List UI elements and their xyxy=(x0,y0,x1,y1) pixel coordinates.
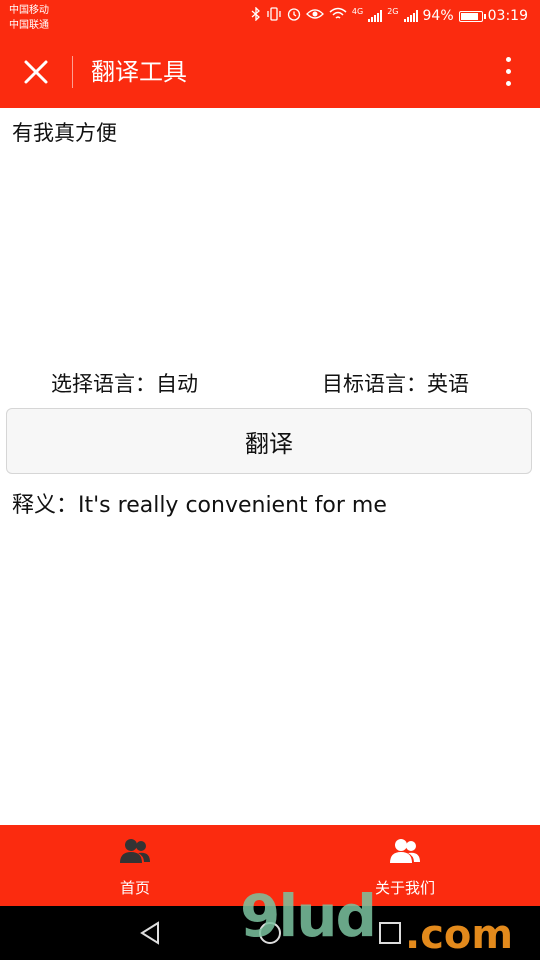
recent-apps-icon[interactable] xyxy=(377,920,403,946)
status-icons: 4G 2G 94% 03:19 xyxy=(251,6,528,25)
eye-icon xyxy=(306,8,324,24)
source-text-input[interactable]: 有我真方便 xyxy=(12,118,117,148)
title-divider xyxy=(72,56,73,88)
close-icon xyxy=(24,60,48,84)
result-label: 释义： xyxy=(12,493,79,518)
clock: 03:19 xyxy=(487,8,528,24)
vibrate-icon xyxy=(266,7,282,25)
translation-result: 释义：It's really convenient for me xyxy=(12,490,387,522)
watermark-domain: .com xyxy=(405,912,514,958)
target-language-value: 英语 xyxy=(427,372,469,396)
watermark-logo: 9lud xyxy=(240,882,377,950)
status-bar: 中国移动 中国联通 4G 2G 94% 03:19 xyxy=(0,0,540,36)
battery-level-fill xyxy=(460,12,478,20)
back-icon[interactable] xyxy=(138,920,164,946)
users-icon xyxy=(120,839,150,863)
source-language-value: 自动 xyxy=(156,372,198,396)
source-language-label: 选择语言： xyxy=(51,372,156,396)
carrier-1: 中国移动 xyxy=(9,5,49,16)
result-text: It's really convenient for me xyxy=(78,493,387,518)
bluetooth-icon xyxy=(251,6,261,25)
more-button[interactable] xyxy=(496,54,520,90)
users-icon xyxy=(390,839,420,863)
target-language-select[interactable]: 目标语言：英语 xyxy=(322,368,469,398)
translate-button[interactable]: 翻译 xyxy=(6,408,532,474)
tab-home-label: 首页 xyxy=(119,879,150,897)
network-label-1: 4G xyxy=(351,7,364,16)
close-button[interactable] xyxy=(16,52,56,92)
alarm-icon xyxy=(287,7,301,25)
target-language-label: 目标语言： xyxy=(322,372,427,396)
source-language-select[interactable]: 选择语言：自动 xyxy=(51,368,198,398)
more-vertical-icon xyxy=(496,57,520,86)
battery-icon xyxy=(458,10,486,22)
language-row: 选择语言：自动 目标语言：英语 xyxy=(0,368,540,400)
wifi-icon xyxy=(329,7,347,25)
network-label-2: 2G xyxy=(387,7,399,16)
carrier-info: 中国移动 中国联通 xyxy=(9,3,49,33)
title-bar: 翻译工具 xyxy=(0,36,540,108)
page-title: 翻译工具 xyxy=(91,58,187,86)
signal-icon xyxy=(368,10,383,22)
carrier-2: 中国联通 xyxy=(9,20,49,31)
signal-icon xyxy=(403,10,418,22)
battery-percent: 94% xyxy=(422,8,454,24)
tab-home[interactable]: 首页 xyxy=(0,825,270,906)
